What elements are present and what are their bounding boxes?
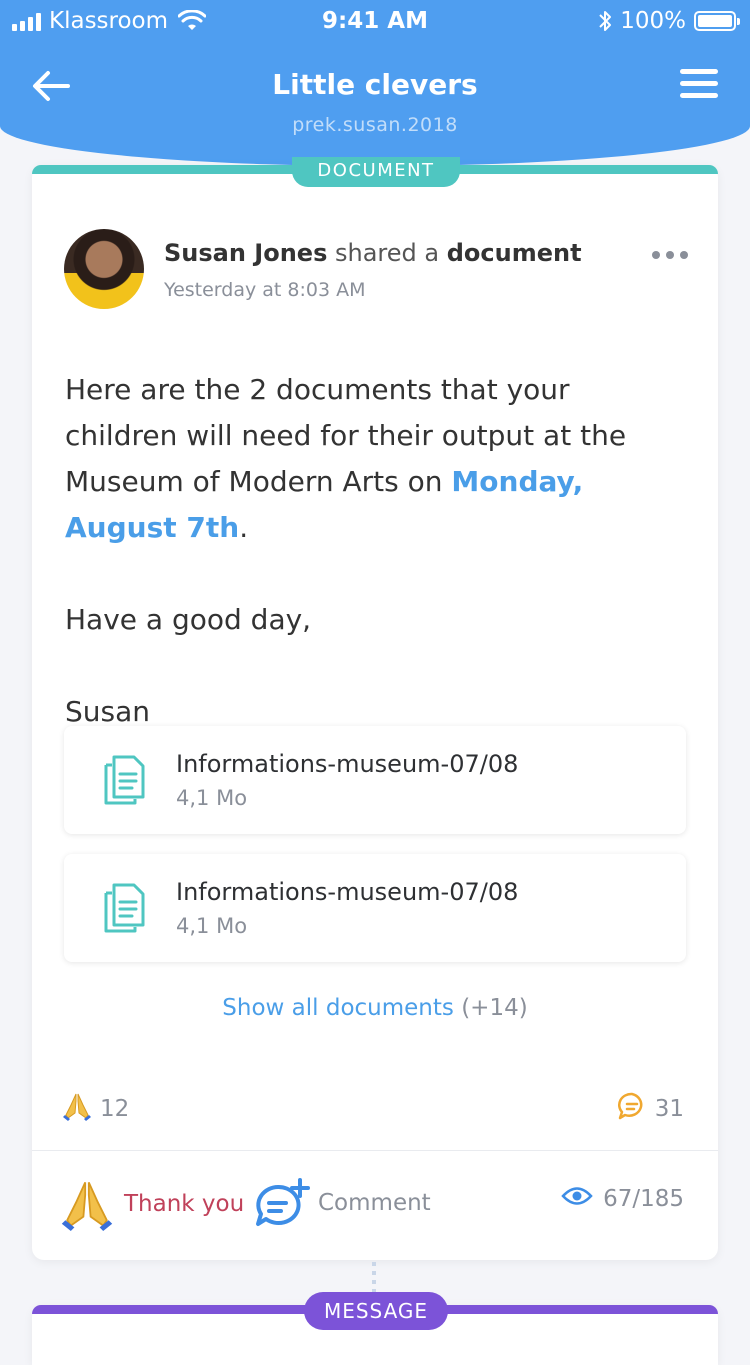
bluetooth-icon	[599, 11, 612, 31]
views-count: 67/185	[603, 1186, 684, 1212]
comments-count: 31	[654, 1096, 684, 1122]
action-divider	[32, 1150, 718, 1151]
post-timestamp: Yesterday at 8:03 AM	[164, 279, 366, 301]
comments-stat[interactable]: 31	[617, 1091, 684, 1127]
document-post-card: DOCUMENT Susan Jones shared a document Y…	[32, 157, 718, 1260]
document-icon	[104, 755, 145, 805]
page-title: Little clevers	[272, 68, 478, 101]
page-subtitle: prek.susan.2018	[292, 114, 458, 136]
hamburger-menu-icon	[680, 69, 718, 98]
show-all-label: Show all documents	[222, 995, 454, 1021]
praying-hands-icon	[61, 1182, 113, 1231]
more-options-button[interactable]	[652, 251, 688, 261]
action-object: document	[446, 239, 582, 267]
battery-icon	[694, 11, 740, 31]
author-name[interactable]: Susan Jones	[164, 239, 327, 267]
speech-bubble-icon	[617, 1091, 647, 1127]
file-attachment[interactable]: Informations-museum-07/08 4,1 Mo	[64, 854, 686, 962]
show-all-documents-link[interactable]: Show all documents (+14)	[32, 995, 718, 1021]
comment-label: Comment	[318, 1190, 431, 1216]
message-post-card[interactable]: MESSAGE	[32, 1292, 718, 1365]
file-attachment[interactable]: Informations-museum-07/08 4,1 Mo	[64, 726, 686, 834]
battery-fill	[698, 15, 732, 27]
post-type-badge: DOCUMENT	[292, 157, 460, 187]
battery-percent: 100%	[620, 8, 686, 34]
post-type-badge: MESSAGE	[304, 1292, 448, 1330]
post-author-line: Susan Jones shared a document	[164, 239, 582, 267]
file-name: Informations-museum-07/08	[176, 750, 519, 778]
app-header: Klassroom 9:41 AM 100% Little clevers pr…	[0, 0, 750, 166]
avatar[interactable]	[64, 229, 144, 309]
menu-button[interactable]	[678, 66, 720, 102]
post-body: Here are the 2 documents that your child…	[65, 367, 685, 735]
file-size: 4,1 Mo	[176, 786, 248, 810]
status-bar: Klassroom 9:41 AM 100%	[0, 0, 750, 44]
add-comment-icon	[256, 1178, 310, 1226]
more-dots-icon	[652, 251, 660, 259]
thank-you-label: Thank you	[124, 1191, 245, 1217]
eye-icon	[561, 1185, 593, 1213]
show-all-count: (+14)	[461, 995, 528, 1021]
post-greeting: Have a good day,	[65, 603, 312, 636]
comment-button[interactable]: Comment	[254, 1177, 431, 1229]
action-text: shared a	[335, 239, 440, 267]
file-size: 4,1 Mo	[176, 914, 248, 938]
file-name: Informations-museum-07/08	[176, 878, 519, 906]
document-icon	[104, 883, 145, 933]
praying-hands-icon	[62, 1091, 92, 1127]
thanks-stat[interactable]: 12	[62, 1091, 129, 1127]
views-counter[interactable]: 67/185	[561, 1185, 684, 1213]
thank-you-button[interactable]: Thank you	[60, 1177, 244, 1231]
status-right: 100%	[598, 8, 740, 34]
thanks-count: 12	[100, 1096, 130, 1122]
post-paragraph: Here are the 2 documents that your child…	[65, 373, 627, 544]
